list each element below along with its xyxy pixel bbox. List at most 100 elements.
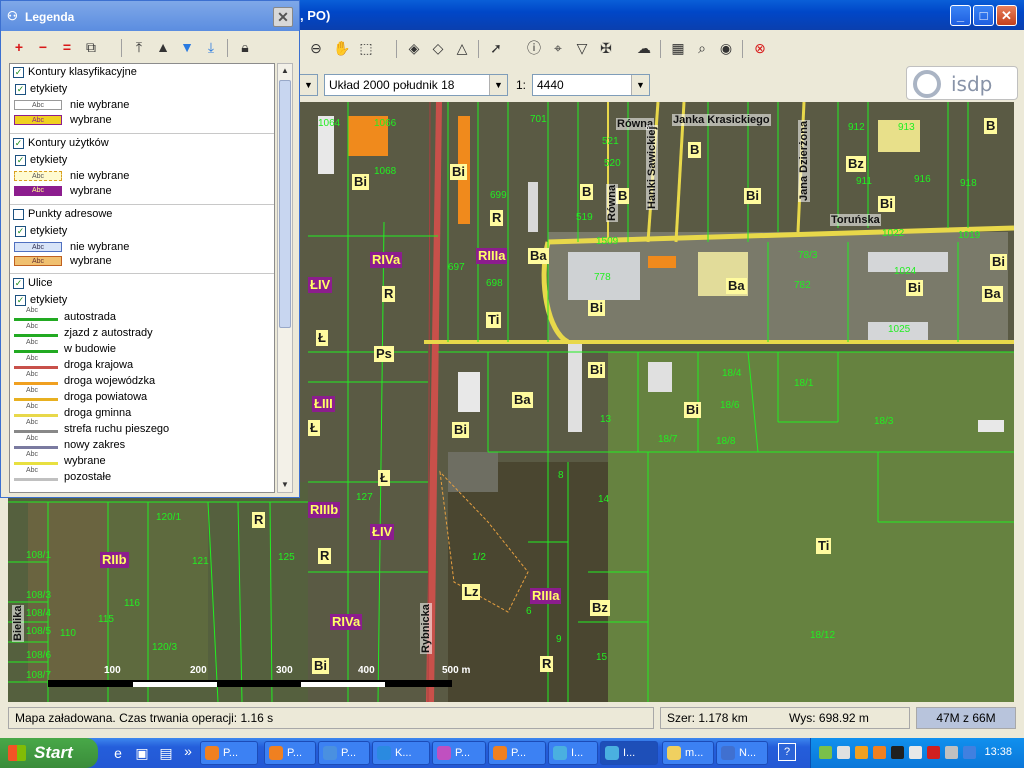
taskbar-task-3[interactable]: K... bbox=[372, 741, 430, 765]
legend-item: Abc nie wybrane bbox=[14, 170, 129, 182]
tray-update-icon[interactable] bbox=[873, 746, 886, 759]
land-class-label: Ba bbox=[726, 278, 747, 294]
legend-item: Abc droga powiatowa bbox=[14, 387, 147, 404]
taskbar-task-0[interactable]: P... bbox=[200, 741, 258, 765]
remove-icon[interactable]: − bbox=[33, 37, 53, 57]
taskbar-task-5[interactable]: P... bbox=[488, 741, 546, 765]
info-icon[interactable]: ⓘ bbox=[524, 38, 544, 58]
status-bar: Mapa załadowana. Czas trwania operacji: … bbox=[0, 704, 1024, 732]
tray-volume-icon[interactable] bbox=[909, 746, 922, 759]
labels-checkbox[interactable]: ✓ bbox=[15, 225, 26, 237]
identify-icon[interactable]: ⌖ bbox=[548, 38, 568, 58]
remove-all-icon[interactable]: = bbox=[57, 37, 77, 57]
legend-labels-toggle[interactable]: ✓ etykiety bbox=[15, 225, 67, 237]
stop-icon[interactable]: ⊗ bbox=[750, 38, 770, 58]
parcel-number: 18/8 bbox=[716, 436, 736, 447]
taskbar-task-2[interactable]: P... bbox=[318, 741, 370, 765]
minimize-button[interactable]: _ bbox=[950, 5, 971, 26]
move-up-icon[interactable]: ▲ bbox=[153, 37, 173, 57]
layer-checkbox[interactable]: ✓ bbox=[13, 277, 24, 289]
lock-icon[interactable]: 🔒︎ bbox=[235, 37, 255, 57]
taskbar: Start e ▣ ▤ » P... P... P... K... P... P... I.… bbox=[0, 738, 1024, 768]
tray-app-icon[interactable] bbox=[837, 746, 850, 759]
print-icon[interactable]: ☁ bbox=[634, 38, 654, 58]
measure-icon[interactable]: △ bbox=[452, 38, 472, 58]
map-extent: Szer: 1.178 km Wys: 698.92 m bbox=[660, 707, 910, 729]
scroll-thumb[interactable] bbox=[279, 80, 291, 328]
tray-device-icon[interactable] bbox=[945, 746, 958, 759]
parcel-number: 115 bbox=[98, 614, 114, 625]
legend-layer-3[interactable]: ✓ Ulice bbox=[13, 277, 52, 289]
taskbar-task-4[interactable]: P... bbox=[432, 741, 486, 765]
land-class-label: Bi bbox=[312, 658, 329, 674]
layer-checkbox[interactable]: ✓ bbox=[13, 137, 24, 149]
quicklaunch-app-icon[interactable]: ▣ bbox=[132, 743, 152, 763]
move-top-icon[interactable]: ⤒ bbox=[129, 37, 149, 57]
taskbar-task-9[interactable]: N... bbox=[716, 741, 768, 765]
pan-hand-icon[interactable]: ✋ bbox=[332, 38, 352, 58]
add-icon[interactable]: + bbox=[9, 37, 29, 57]
copy-icon[interactable]: ⧉ bbox=[81, 37, 101, 57]
globe-icon[interactable]: ◉ bbox=[716, 38, 736, 58]
legend-close-button[interactable]: ✕ bbox=[273, 7, 293, 27]
labels-checkbox[interactable]: ✓ bbox=[15, 83, 26, 95]
layers-icon[interactable]: ◇ bbox=[428, 38, 448, 58]
system-tray: 13:38 bbox=[810, 738, 1024, 768]
maximize-button[interactable]: □ bbox=[973, 5, 994, 26]
legend-labels-toggle[interactable]: ✓ etykiety bbox=[15, 154, 67, 166]
close-button[interactable]: ✕ bbox=[996, 5, 1017, 26]
pointer-icon[interactable]: ➚ bbox=[486, 38, 506, 58]
legend-layer-2[interactable]: Punkty adresowe bbox=[13, 208, 112, 220]
labels-checkbox[interactable]: ✓ bbox=[15, 294, 26, 306]
move-bottom-icon[interactable]: ⤓ bbox=[201, 37, 221, 57]
window-title: , PO) bbox=[300, 8, 331, 23]
legend-item-label: nie wybrane bbox=[70, 99, 130, 111]
scroll-up-icon[interactable]: ▲ bbox=[278, 64, 292, 78]
legend-layer-0[interactable]: ✓ Kontury klasyfikacyjne bbox=[13, 66, 137, 78]
binoculars-icon: ⚇ bbox=[7, 9, 18, 23]
tray-java-icon[interactable] bbox=[855, 746, 868, 759]
labels-checkbox[interactable]: ✓ bbox=[15, 154, 26, 166]
legend-list[interactable]: ✓ Kontury klasyfikacyjne ✓ etykiety Abc nie w… bbox=[9, 63, 275, 493]
taskbar-task-8[interactable]: m... bbox=[662, 741, 714, 765]
taskbar-task-6[interactable]: I... bbox=[548, 741, 598, 765]
scale-select[interactable]: 4440 ▼ bbox=[532, 74, 650, 96]
coordinate-system-select[interactable]: Układ 2000 południk 18 ▼ bbox=[324, 74, 508, 96]
parcel-number: 6 bbox=[526, 606, 532, 617]
legend-scrollbar[interactable]: ▲ ▼ bbox=[277, 63, 293, 493]
tray-display-icon[interactable] bbox=[891, 746, 904, 759]
tray-bluetooth-icon[interactable] bbox=[963, 746, 976, 759]
layer-add-icon[interactable]: ◈ bbox=[404, 38, 424, 58]
zoom-out-icon[interactable]: ⊖ bbox=[306, 38, 326, 58]
grid-icon[interactable]: ▦ bbox=[668, 38, 688, 58]
search-map-icon[interactable]: ⌕ bbox=[692, 38, 712, 58]
tray-network-icon[interactable] bbox=[819, 746, 832, 759]
legend-layer-1[interactable]: ✓ Kontury użytków bbox=[13, 137, 109, 149]
help-icon[interactable]: ? bbox=[778, 743, 796, 761]
layer-checkbox[interactable]: ✓ bbox=[13, 66, 24, 78]
taskbar-task-1[interactable]: P... bbox=[264, 741, 316, 765]
legend-labels-toggle[interactable]: ✓ etykiety bbox=[15, 294, 67, 306]
task-label: P... bbox=[287, 747, 303, 759]
land-class-label: R bbox=[490, 210, 504, 226]
select-area-icon[interactable]: ⬚ bbox=[356, 38, 376, 58]
quicklaunch-ie-icon[interactable]: e bbox=[108, 743, 128, 763]
task-label: N... bbox=[739, 747, 757, 759]
legend-labels-toggle[interactable]: ✓ etykiety bbox=[15, 83, 67, 95]
quicklaunch-desktop-icon[interactable]: ▤ bbox=[156, 743, 176, 763]
move-down-icon[interactable]: ▼ bbox=[177, 37, 197, 57]
scroll-down-icon[interactable]: ▼ bbox=[278, 478, 292, 492]
taskbar-task-7[interactable]: I... bbox=[600, 741, 658, 765]
land-class-label: Bi bbox=[588, 300, 605, 316]
legend-title-bar[interactable]: ⚇ Legenda ✕ bbox=[1, 1, 299, 31]
start-button[interactable]: Start bbox=[0, 738, 98, 768]
tray-antivirus-icon[interactable] bbox=[927, 746, 940, 759]
tools-icon[interactable]: ✠ bbox=[596, 38, 616, 58]
layer-select[interactable]: ▼ bbox=[299, 74, 318, 96]
task-app-icon bbox=[721, 746, 735, 760]
quicklaunch-more-icon[interactable]: » bbox=[178, 741, 198, 761]
layer-checkbox[interactable] bbox=[13, 208, 24, 220]
parcel-number: 1024 bbox=[894, 266, 917, 277]
street-name: Jana Dzierżona bbox=[798, 119, 810, 202]
filter-icon[interactable]: ▽ bbox=[572, 38, 592, 58]
